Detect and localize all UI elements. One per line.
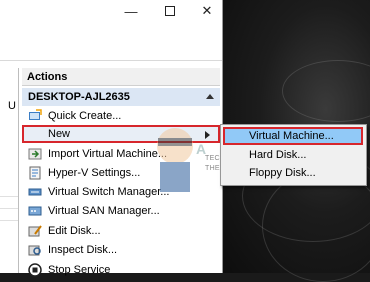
menu-item-label: Floppy Disk...	[249, 167, 316, 179]
action-new[interactable]: New	[22, 125, 220, 143]
action-label: Quick Create...	[48, 110, 122, 122]
divider	[0, 208, 18, 209]
action-import-virtual-machine[interactable]: Import Virtual Machine...	[22, 145, 220, 163]
action-label: Virtual SAN Manager...	[48, 205, 160, 217]
edit-disk-icon	[28, 225, 42, 237]
title-bar: — ✕	[0, 0, 222, 22]
menu-item-label: Hard Disk...	[249, 149, 307, 161]
minimize-button[interactable]: —	[118, 2, 144, 20]
menu-item-floppy-disk[interactable]: Floppy Disk...	[223, 164, 363, 182]
submenu-arrow-icon	[205, 131, 210, 139]
action-inspect-disk[interactable]: Inspect Disk...	[22, 241, 220, 259]
quick-create-icon	[29, 109, 42, 120]
action-virtual-san-manager[interactable]: Virtual SAN Manager...	[22, 202, 220, 220]
column-letter: U	[8, 100, 16, 112]
settings-icon	[29, 166, 41, 180]
new-submenu: Virtual Machine... Hard Disk... Floppy D…	[220, 124, 367, 186]
inspect-disk-icon	[28, 245, 41, 256]
divider	[0, 220, 18, 221]
maximize-button[interactable]	[157, 2, 183, 20]
host-group-header[interactable]: DESKTOP-AJL2635	[22, 88, 220, 106]
close-button[interactable]: ✕	[194, 2, 220, 20]
toolbar-area	[0, 22, 222, 61]
menu-item-virtual-machine[interactable]: Virtual Machine...	[223, 127, 363, 145]
action-label: Virtual Switch Manager...	[48, 186, 170, 198]
action-quick-create[interactable]: Quick Create...	[22, 107, 220, 125]
menu-item-label: Virtual Machine...	[249, 130, 334, 142]
action-hyperv-settings[interactable]: Hyper-V Settings...	[22, 164, 220, 182]
host-name: DESKTOP-AJL2635	[28, 91, 130, 103]
actions-pane-header: Actions	[22, 68, 220, 86]
menu-item-hard-disk[interactable]: Hard Disk...	[223, 146, 363, 164]
divider	[0, 196, 18, 197]
maximize-icon	[165, 6, 175, 16]
virtual-machines-pane: U	[0, 68, 19, 273]
action-label: Import Virtual Machine...	[48, 148, 168, 160]
action-edit-disk[interactable]: Edit Disk...	[22, 222, 220, 240]
action-stop-service[interactable]: Stop Service	[22, 261, 220, 279]
action-label: Hyper-V Settings...	[48, 167, 141, 179]
stop-icon	[28, 263, 42, 277]
action-label: New	[48, 128, 71, 140]
action-label: Inspect Disk...	[48, 244, 118, 256]
collapse-icon[interactable]	[206, 94, 214, 99]
action-virtual-switch-manager[interactable]: Virtual Switch Manager...	[22, 183, 220, 201]
hyperv-manager-window: — ✕ U Actions DESKTOP-AJL2635 Quick Crea…	[0, 0, 223, 277]
import-icon	[28, 148, 42, 160]
action-label: Edit Disk...	[48, 225, 101, 237]
switch-icon	[28, 188, 42, 196]
san-icon	[28, 206, 42, 216]
action-label: Stop Service	[48, 264, 111, 276]
